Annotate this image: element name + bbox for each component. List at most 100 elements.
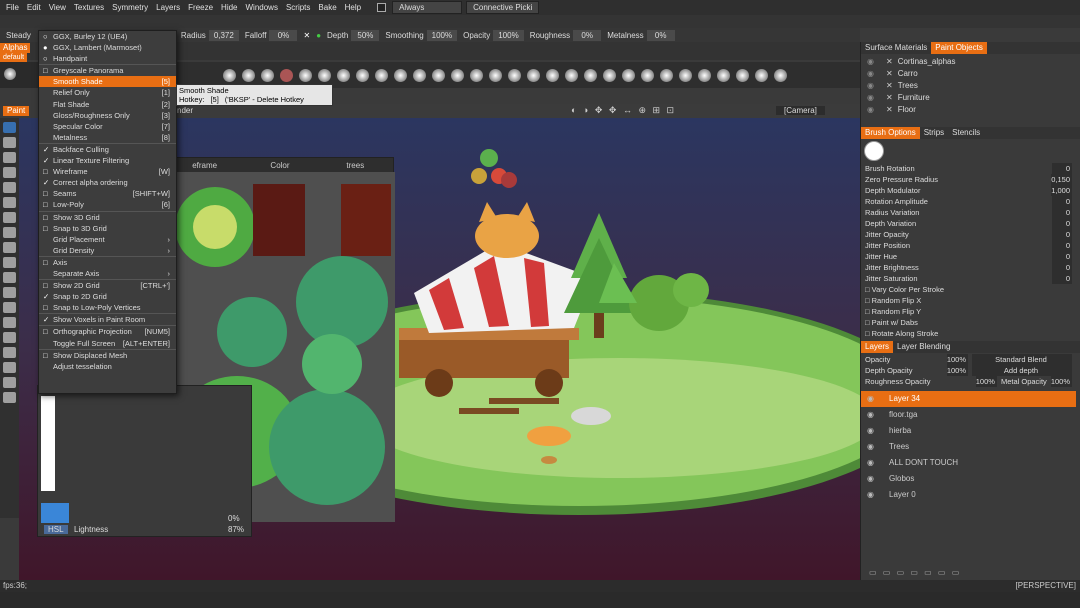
tab-strips[interactable]: Strips [920, 127, 948, 139]
menu-item[interactable]: □ Show 2D Grid [CTRL+'] [39, 280, 176, 291]
alpha-brush-item[interactable] [698, 68, 711, 82]
eye-icon[interactable]: ◉ [867, 56, 874, 68]
blur-tool-icon[interactable] [3, 227, 16, 238]
alpha-brush-item[interactable] [261, 68, 274, 82]
brush-param-value[interactable]: 0,150 [1051, 174, 1072, 185]
butterfly-tool-icon[interactable] [3, 377, 16, 388]
alpha-brush-item[interactable] [641, 68, 654, 82]
eye-icon[interactable]: ◉ [867, 423, 879, 439]
menu-item[interactable]: Specular Color [7] [39, 121, 176, 132]
tab-layer-blending[interactable]: Layer Blending [893, 341, 954, 353]
eye-icon[interactable]: ◉ [867, 68, 874, 80]
layer-row[interactable]: ◉ hierba [861, 423, 1080, 439]
smoothing-value[interactable]: 100% [426, 29, 458, 41]
alpha-brush-item[interactable] [451, 68, 464, 82]
menu-item[interactable]: Grid Density › [39, 245, 176, 256]
snap-checkbox[interactable] [377, 3, 387, 12]
menu-hide[interactable]: Hide [217, 0, 241, 15]
menu-bake[interactable]: Bake [314, 0, 340, 15]
layer-row[interactable]: ◉ Globos [861, 471, 1080, 487]
text-tool-icon[interactable] [3, 272, 16, 283]
brush-param-value[interactable]: 0 [1052, 218, 1072, 229]
alpha-brush-item[interactable] [470, 68, 483, 82]
checkbox-icon[interactable]: □ [865, 329, 872, 338]
brush-checkbox-row[interactable]: □ Vary Color Per Stroke [861, 284, 1080, 295]
opacity-field[interactable]: Opacity 100% [463, 29, 524, 41]
alpha-brush-item[interactable] [565, 68, 578, 82]
brush-param-value[interactable]: 0 [1052, 240, 1072, 251]
brush-param-value[interactable]: 0 [1052, 262, 1072, 273]
menu-freeze[interactable]: Freeze [184, 0, 217, 15]
brush-param-row[interactable]: Jitter Opacity 0 [861, 229, 1080, 240]
close-icon[interactable]: ✕ [886, 80, 893, 92]
airbrush-tool-icon[interactable] [3, 137, 16, 148]
brush-param-value[interactable]: 1,000 [1051, 185, 1072, 196]
close-icon[interactable]: ✕ [886, 92, 893, 104]
eye-icon[interactable]: ◉ [867, 92, 874, 104]
radius-value[interactable]: 0,372 [208, 29, 239, 41]
tab-brush-options[interactable]: Brush Options [861, 127, 920, 139]
menu-item[interactable]: □ Snap to Low-Poly Vertices [39, 302, 176, 313]
checkbox-icon[interactable]: □ [865, 285, 872, 294]
alpha-brush-item[interactable] [337, 68, 350, 82]
hsl-button[interactable]: HSL [44, 525, 68, 534]
brush-param-row[interactable]: Depth Variation 0 [861, 218, 1080, 229]
brush-param-value[interactable]: 0 [1052, 207, 1072, 218]
brush-tool-icon[interactable] [3, 122, 16, 133]
layer-roughness-row[interactable]: Roughness Opacity 100% Metal Opacity 100% [861, 376, 1080, 387]
color-swatch-blue[interactable] [41, 503, 69, 523]
brush-param-row[interactable]: Jitter Brightness 0 [861, 262, 1080, 273]
menu-item[interactable]: Adjust tesselation [39, 361, 176, 372]
layer-opacity-row[interactable]: Opacity 100% Standard Blend [861, 354, 1080, 365]
layer-param-value[interactable]: 100% [946, 365, 968, 376]
menu-item[interactable]: Separate Axis › [39, 268, 176, 279]
brush-checkbox-row[interactable]: □ Rotate Along Stroke [861, 328, 1080, 339]
menu-item[interactable]: □ Wireframe [W] [39, 166, 176, 177]
tab-alphas[interactable]: Alphas [0, 43, 31, 53]
menu-item[interactable]: Flat Shade [2] [39, 99, 176, 110]
alpha-brush-item[interactable] [679, 68, 692, 82]
opacity-value[interactable]: 100% [493, 29, 524, 41]
menu-item[interactable]: ● GGX, Lambert (Marmoset) [39, 42, 176, 53]
connective-select[interactable]: Connective Picki [466, 1, 540, 14]
alpha-brush-item[interactable] [356, 68, 369, 82]
alpha-brush-item[interactable] [603, 68, 616, 82]
metalness-value[interactable]: 0% [646, 29, 675, 41]
menu-item[interactable]: Toggle Full Screen [ALT+ENTER] [39, 338, 176, 349]
menu-textures[interactable]: Textures [70, 0, 108, 15]
layer-depth-row[interactable]: Depth Opacity 100% Add depth [861, 365, 1080, 376]
depth-value[interactable]: 50% [351, 29, 380, 41]
lightness-value[interactable]: 87% [228, 525, 244, 534]
list-item[interactable]: ◉ ✕ Furniture [867, 92, 1080, 104]
layer-row[interactable]: ◉ floor.tga [861, 407, 1080, 423]
eye-icon[interactable]: ◉ [867, 104, 874, 116]
texture-col-header[interactable]: eframe [167, 161, 242, 170]
alpha-brush-item[interactable] [280, 68, 293, 82]
menu-item[interactable]: □ Axis [39, 257, 176, 268]
menu-item[interactable]: ○ Handpaint [39, 53, 176, 64]
alpha-brush-item[interactable] [394, 68, 407, 82]
eye-icon[interactable]: ◉ [867, 407, 879, 423]
alpha-brush-item[interactable] [432, 68, 445, 82]
picker-tool-icon[interactable] [3, 287, 16, 298]
brush-param-value[interactable]: 0 [1052, 273, 1072, 284]
brush-param-value[interactable]: 0 [1052, 229, 1072, 240]
menu-item[interactable]: ✓ Show Voxels in Paint Room [39, 314, 176, 325]
tab-render[interactable]: nder [177, 106, 193, 115]
menu-item[interactable]: ○ GGX, Burley 12 (UE4) [39, 31, 176, 42]
tab-paint[interactable]: Paint [3, 106, 30, 116]
layer-row[interactable]: ◉ Layer 34 [861, 391, 1076, 407]
menu-scripts[interactable]: Scripts [282, 0, 314, 15]
menu-item[interactable]: Metalness [8] [39, 132, 176, 143]
falloff-field[interactable]: Falloff 0% [245, 29, 298, 41]
brush-param-row[interactable]: Rotation Amplitude 0 [861, 196, 1080, 207]
menu-item[interactable]: □ Orthographic Projection [NUM5] [39, 326, 176, 337]
alpha-brush-item[interactable] [489, 68, 502, 82]
close-icon[interactable]: ✕ [886, 68, 893, 80]
menu-item[interactable]: Relief Only [1] [39, 87, 176, 98]
texture-col-header[interactable]: trees [318, 161, 393, 170]
brush-param-value[interactable]: 0 [1052, 163, 1072, 174]
checkbox-icon[interactable]: □ [865, 318, 872, 327]
menu-file[interactable]: File [2, 0, 23, 15]
menu-item[interactable]: ✓ Backface Culling [39, 144, 176, 155]
